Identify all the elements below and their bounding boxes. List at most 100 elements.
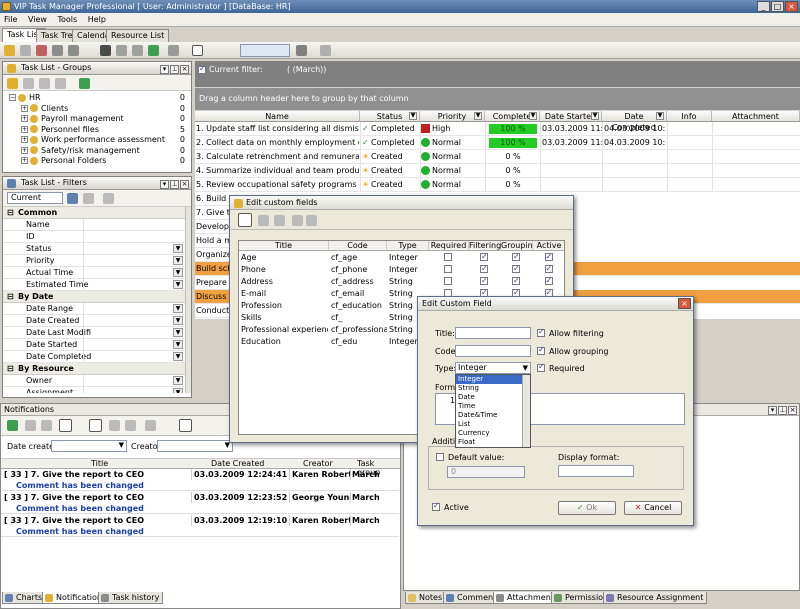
chevron-down-icon[interactable]: ▼ [173,244,183,253]
close-icon[interactable]: × [788,406,797,415]
group-item[interactable]: + Safety/risk management 0 [21,146,189,156]
filter-value-cell[interactable] [83,315,173,326]
col-title[interactable]: Title [91,459,108,468]
group-item[interactable]: + Work performance assessment 0 [21,135,189,145]
paste-icon[interactable] [68,45,79,56]
filtering-checkbox[interactable] [480,263,488,274]
pin-icon[interactable]: ⊥ [170,65,179,74]
print-icon[interactable] [296,45,307,56]
custom-field-row[interactable]: Age cf_age Integer [239,251,564,263]
col-date-created[interactable]: Date Created [211,459,264,468]
col-name[interactable]: Name [195,111,360,122]
chevron-down-icon[interactable]: ▼ [173,316,183,325]
filter-row[interactable]: Estimated Time ▼ [3,279,186,291]
filters-scrollbar[interactable] [185,207,191,393]
creator-select[interactable]: ▼ [157,440,233,452]
chevron-down-icon[interactable]: ▼ [173,268,183,277]
filter-value-cell[interactable] [83,267,173,278]
chevron-down-icon[interactable]: ▼ [173,280,183,289]
filter-value-cell[interactable] [83,339,173,350]
tab-charts[interactable]: Charts [2,592,47,604]
pin-icon[interactable]: ⊥ [170,180,179,189]
group-item[interactable]: + Personnel files 5 [21,125,189,135]
table-row[interactable]: Prepare sta [195,276,231,290]
required-checkbox[interactable] [444,265,452,273]
expand-toggle-icon[interactable]: + [21,125,28,133]
table-row[interactable]: 4. Summarize individual and team product… [195,164,800,178]
group-properties-icon[interactable] [55,78,66,89]
grouping-checkbox[interactable] [512,251,520,262]
cf-col-active[interactable]: Active [533,241,564,251]
refresh-groups-icon[interactable] [79,78,90,89]
filter-value-cell[interactable] [83,375,173,386]
grouping-checkbox[interactable] [512,263,520,274]
minimize-button[interactable]: _ [757,1,770,12]
group-item[interactable]: + Payroll management 0 [21,114,189,124]
col-date-completed[interactable]: Date Completed ▼ [602,111,667,132]
col-date-started[interactable]: Date Started ▼ [540,111,602,122]
expand-toggle-icon[interactable]: + [21,157,28,164]
chevron-down-icon[interactable]: ▼ [173,388,183,393]
type-option[interactable]: Float [456,438,530,447]
group-item[interactable]: + Personal Folders 0 [21,156,189,166]
allow-filtering-checkbox[interactable] [537,327,545,337]
filter-row[interactable]: Priority ▼ [3,255,186,267]
table-row[interactable]: Hold a mee [195,234,231,248]
delete-field-icon[interactable] [274,215,285,226]
edit-task-icon[interactable] [20,45,31,56]
required-checkbox[interactable] [444,277,452,285]
panel-menu-icon[interactable]: ▾ [160,180,169,189]
type-option[interactable]: String [456,384,530,393]
pin-icon[interactable] [100,45,111,56]
filter-options-icon[interactable] [103,193,114,204]
refresh-icon[interactable] [7,420,18,431]
refresh-icon[interactable] [148,45,159,56]
date-created-select[interactable]: ▼ [51,440,127,452]
current-filter-select[interactable]: Current [7,192,63,204]
filter-value-cell[interactable] [83,255,173,266]
notification-row[interactable]: [ 33 ] 7. Give the report to CEO 03.03.20… [1,492,399,503]
menu-tools[interactable]: Tools [53,13,81,27]
move-up-icon[interactable] [116,45,127,56]
expand-toggle-icon[interactable]: + [21,136,28,143]
chevron-down-icon[interactable]: ▼ [173,328,183,337]
title-input[interactable] [455,327,531,339]
chevron-down-icon[interactable]: ▼ [173,376,183,385]
table-row[interactable]: 7. Give the [195,206,231,220]
filter-section-header[interactable]: ⊟ By Date [3,291,186,303]
close-icon[interactable]: × [180,65,189,74]
filter-value-cell[interactable] [83,219,173,230]
filter-dropdown-icon[interactable]: ▼ [591,112,599,120]
copy-icon[interactable] [52,45,63,56]
chevron-down-icon[interactable]: ▼ [173,352,183,361]
delete-task-icon[interactable] [36,45,47,56]
cf-col-grouping[interactable]: Grouping [501,241,538,251]
group-item[interactable]: − HR 0 [9,93,189,103]
filter-row[interactable]: Date Completed ▼ [3,351,186,363]
add-task-icon[interactable] [4,45,15,56]
filter-row[interactable]: Name [3,219,186,231]
mark-read-icon[interactable] [25,420,36,431]
expand-icon[interactable] [192,45,203,56]
filter-row[interactable]: Date Range ▼ [3,303,186,315]
filter-row[interactable]: Status ▼ [3,243,186,255]
filter-row[interactable]: Date Started ▼ [3,339,186,351]
cf-col-code[interactable]: Code [329,241,387,251]
expand-toggle-icon[interactable]: + [21,104,28,112]
col-priority[interactable]: Priority ▼ [420,111,485,122]
tab-task-history[interactable]: Task history [98,592,164,604]
type-option[interactable]: Integer [456,375,530,384]
expand-toggle-icon[interactable]: + [21,115,28,122]
group-item[interactable]: + Clients 0 [21,104,189,114]
menu-help[interactable]: Help [84,13,110,27]
collapse-icon[interactable]: ⊟ [7,363,14,375]
col-creator[interactable]: Creator [303,459,333,468]
type-option[interactable]: List [456,420,530,429]
filter-value-cell[interactable] [83,303,173,314]
maximize-button[interactable]: □ [771,1,784,12]
cf-col-required[interactable]: Required [429,241,469,251]
filter-section-header[interactable]: ⊟ Common [3,207,186,219]
custom-field-row[interactable]: Phone cf_phone Integer [239,263,564,275]
ok-button[interactable]: ✓ Ok [558,501,616,515]
filter-row[interactable]: Date Last Modifi ▼ [3,327,186,339]
